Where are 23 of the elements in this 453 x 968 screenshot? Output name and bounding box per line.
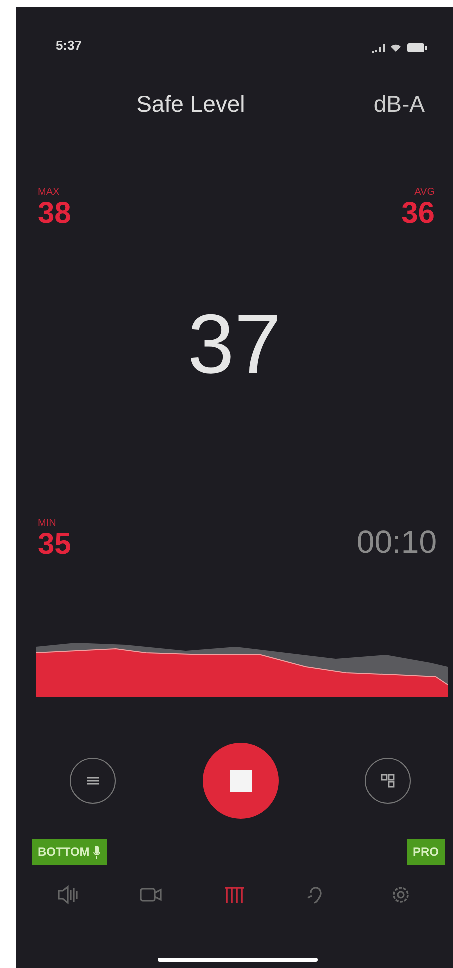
grid-icon <box>381 774 395 788</box>
signal-icon <box>371 43 385 53</box>
stat-value: 36 <box>402 198 435 230</box>
elapsed-time: 00:10 <box>356 524 437 561</box>
weighting-label[interactable]: dB-A <box>346 90 453 118</box>
stat-label: MIN <box>38 518 58 529</box>
mode-badge[interactable]: PRO <box>406 839 445 865</box>
microphone-icon <box>92 846 101 858</box>
stat-value: 38 <box>38 198 72 230</box>
list-button[interactable] <box>70 758 116 804</box>
screen-title: Safe Level <box>136 90 246 118</box>
battery-icon <box>407 43 427 53</box>
export-button[interactable] <box>365 758 411 804</box>
list-icon <box>86 776 100 786</box>
stat-label: AVG <box>414 187 435 198</box>
mode-badge[interactable]: BOTTOM <box>32 839 107 865</box>
stop-icon <box>230 770 252 792</box>
speaker-icon <box>56 883 80 907</box>
stat-value: 35 <box>38 529 72 561</box>
decibel-reading: 37 <box>186 296 282 393</box>
status-time: 5:37 <box>56 38 82 53</box>
wifi-icon <box>390 43 402 53</box>
stat-label: MAX <box>38 187 61 198</box>
